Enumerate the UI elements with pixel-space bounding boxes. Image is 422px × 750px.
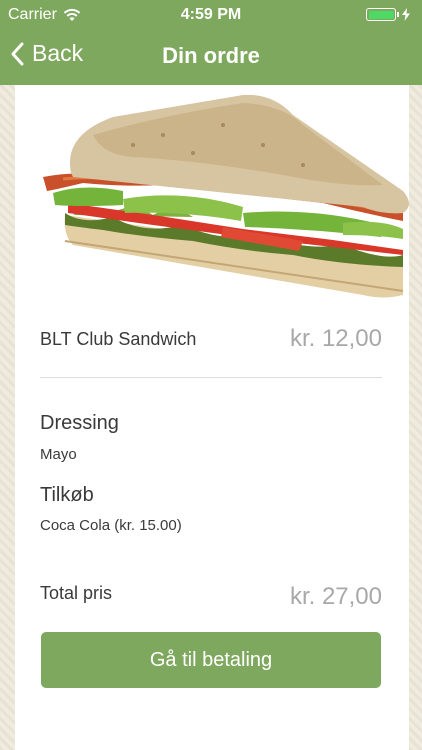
battery-nub	[397, 12, 399, 17]
addon-value: Coca Cola (kr. 15.00)	[40, 517, 182, 534]
divider	[40, 377, 382, 378]
navigation-bar: Back Din ordre	[0, 30, 422, 85]
addon-heading: Tilkøb	[40, 484, 94, 506]
battery-fill	[368, 10, 394, 19]
background-texture-left	[0, 85, 15, 750]
dressing-value: Mayo	[40, 446, 77, 463]
battery-indicator	[366, 8, 410, 21]
charging-bolt-icon	[402, 8, 410, 21]
pay-button-label: Gå til betaling	[149, 648, 273, 671]
page-title: Din ordre	[162, 43, 260, 68]
status-bar: Carrier 4:59 PM	[0, 0, 422, 30]
order-card: BLT Club Sandwich kr. 12,00 Dressing May…	[15, 85, 409, 750]
pay-button[interactable]: Gå til betaling	[41, 632, 381, 688]
total-value: kr. 27,00	[289, 583, 382, 610]
status-time: 4:59 PM	[180, 6, 242, 23]
dressing-heading: Dressing	[40, 412, 119, 434]
item-price: kr. 12,00	[289, 325, 382, 352]
sandwich-photo	[43, 95, 409, 298]
battery-icon	[366, 8, 396, 21]
